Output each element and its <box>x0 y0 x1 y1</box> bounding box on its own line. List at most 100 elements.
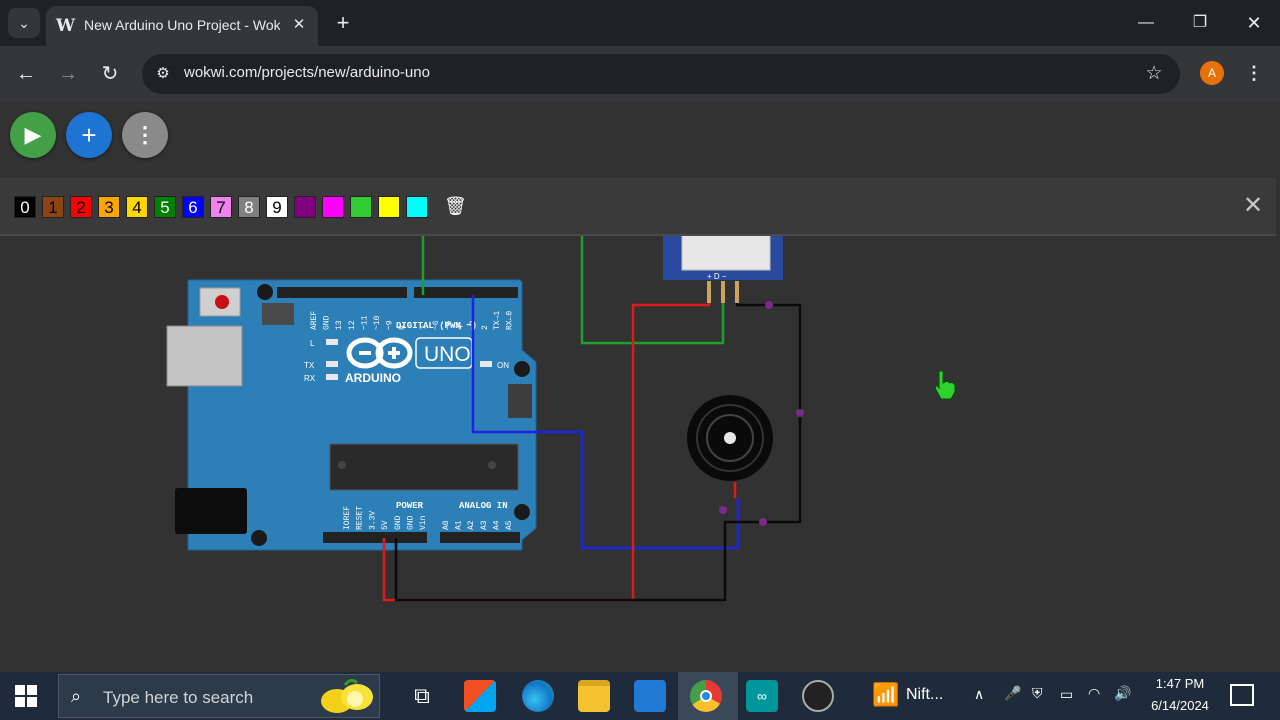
pin-label: RX←0 <box>505 311 514 330</box>
reload-icon[interactable]: ↻ <box>94 58 126 90</box>
browser-tab[interactable]: W New Arduino Uno Project - Wokwi ✕ <box>46 6 318 46</box>
buzzer[interactable] <box>687 395 773 481</box>
wire-color-swatch[interactable] <box>378 196 400 218</box>
wire-color-swatch[interactable] <box>322 196 344 218</box>
wire-color-swatch[interactable]: 7 <box>210 196 232 218</box>
nifty-label[interactable]: Nift... <box>906 686 943 704</box>
pir-pin-labels: + D − <box>707 272 727 281</box>
close-toolbar-icon[interactable]: ✕ <box>1240 193 1266 219</box>
wire-color-swatch[interactable] <box>406 196 428 218</box>
wire-color-swatch[interactable]: 6 <box>182 196 204 218</box>
pin-label: TX→1 <box>493 311 502 330</box>
tab-title: New Arduino Uno Project - Wokwi <box>84 17 280 33</box>
mail-icon[interactable] <box>634 680 666 712</box>
nifty-chart-icon[interactable]: 📶 <box>872 682 900 710</box>
add-part-button[interactable]: + <box>66 112 112 158</box>
wire-color-swatch[interactable]: 3 <box>98 196 120 218</box>
task-view-icon[interactable]: ⧉ <box>406 680 438 712</box>
profile-avatar[interactable]: A <box>1200 61 1224 85</box>
windows-taskbar: ⌕ Type here to search ⧉ ∞ 📶 Nift... ∧ 🎤 … <box>0 672 1280 720</box>
more-options-button[interactable]: ⋮ <box>122 112 168 158</box>
pin-label: A5 <box>505 520 514 530</box>
tab-search-chevron-icon[interactable]: ⌄ <box>8 8 40 38</box>
forward-arrow-icon[interactable]: → <box>52 58 84 90</box>
pin-label: ~5 <box>444 320 453 330</box>
microphone-icon[interactable]: 🎤 <box>1004 685 1021 702</box>
pir-motion-sensor[interactable]: + D − <box>663 231 783 303</box>
address-bar[interactable]: ⚙ wokwi.com/projects/new/arduino-uno ☆ <box>142 54 1180 94</box>
file-explorer-icon[interactable] <box>578 680 610 712</box>
wire-color-swatch[interactable] <box>294 196 316 218</box>
back-arrow-icon[interactable]: ← <box>10 58 42 90</box>
reset-button[interactable] <box>215 295 229 309</box>
pin-label: ~10 <box>373 315 382 330</box>
windows-start-icon[interactable] <box>14 684 38 708</box>
pin-label: A1 <box>455 520 464 530</box>
lemon-decoration-icon <box>321 678 373 713</box>
wire-color-swatch[interactable]: 5 <box>154 196 176 218</box>
browser-toolbar: ← → ↻ ⚙ wokwi.com/projects/new/arduino-u… <box>0 46 1280 102</box>
wokwi-favicon-icon: W <box>56 16 76 36</box>
security-icon[interactable]: ⛨ <box>1032 685 1043 702</box>
wire-color-swatch[interactable]: 1 <box>42 196 64 218</box>
wifi-icon[interactable]: ◠ <box>1088 685 1100 702</box>
led-rx-label: RX <box>304 374 316 383</box>
volume-icon[interactable]: 🔊 <box>1114 685 1131 702</box>
pin-label: 12 <box>348 320 357 330</box>
hand-cursor-icon <box>934 370 956 400</box>
pin-label: 2 <box>481 325 490 330</box>
pin-label: ~6 <box>432 320 441 330</box>
pin-label: Vin <box>419 515 428 530</box>
chrome-icon[interactable] <box>690 680 722 712</box>
led-tx-label: TX <box>304 361 315 370</box>
arduino-uno-board[interactable]: ARDUINO UNO DIGITAL (PWM ~) POWER ANALOG… <box>166 279 537 551</box>
board-logo-text: ARDUINO <box>345 371 401 385</box>
pin-label: 13 <box>335 320 344 330</box>
pin-label: 5V <box>381 520 390 530</box>
edge-browser-icon[interactable] <box>522 680 554 712</box>
bookmark-star-icon[interactable]: ☆ <box>1142 62 1166 86</box>
on-label: ON <box>497 361 509 370</box>
arduino-ide-icon[interactable]: ∞ <box>746 680 778 712</box>
wire-color-swatch[interactable]: 0 <box>14 196 36 218</box>
search-placeholder: Type here to search <box>103 688 254 707</box>
chrome-menu-icon[interactable]: ⋮ <box>1242 60 1266 86</box>
taskbar-search-box[interactable]: ⌕ Type here to search <box>58 674 380 718</box>
usb-port <box>166 325 243 387</box>
clock-time[interactable]: 1:47 PM <box>1140 676 1220 691</box>
restore-icon[interactable]: ❐ <box>1182 8 1218 38</box>
wire-color-swatch[interactable]: 8 <box>238 196 260 218</box>
wire-color-swatch[interactable] <box>350 196 372 218</box>
delete-trash-icon[interactable]: 🗑 <box>444 194 467 218</box>
pin-label: A0 <box>442 520 451 530</box>
pin-label: IOREF <box>343 506 352 530</box>
pin-label: A2 <box>467 520 476 530</box>
pin-label: 4 <box>457 325 466 330</box>
tray-chevron-icon[interactable]: ∧ <box>974 686 984 703</box>
analog-label: ANALOG IN <box>459 501 508 511</box>
pin-label: GND <box>407 515 416 530</box>
minimize-icon[interactable]: — <box>1128 8 1164 38</box>
battery-icon[interactable]: ▭ <box>1060 686 1073 703</box>
wire-color-toolbar: 0123456789 🗑 ✕ <box>0 178 1276 236</box>
url-text[interactable]: wokwi.com/projects/new/arduino-uno <box>184 64 430 84</box>
pin-label: 8 <box>398 325 407 330</box>
pin-label: RESET <box>356 506 365 530</box>
led-l-label: L <box>310 339 315 348</box>
wire-color-swatch[interactable]: 9 <box>266 196 288 218</box>
search-icon: ⌕ <box>71 686 82 706</box>
wire-color-swatch[interactable]: 2 <box>70 196 92 218</box>
pin-label: A4 <box>492 520 501 530</box>
notification-icon[interactable] <box>1230 684 1254 706</box>
start-simulation-button[interactable]: ▶ <box>10 112 56 158</box>
microsoft-store-icon[interactable] <box>464 680 496 712</box>
pin-label: AREF <box>310 311 319 330</box>
wire-color-swatch[interactable]: 4 <box>126 196 148 218</box>
clock-date[interactable]: 6/14/2024 <box>1140 698 1220 713</box>
window-close-icon[interactable]: ✕ <box>1236 8 1272 38</box>
power-label: POWER <box>396 501 424 511</box>
site-info-icon[interactable]: ⚙ <box>152 63 174 85</box>
tab-close-icon[interactable]: ✕ <box>288 14 310 36</box>
obs-icon[interactable] <box>802 680 834 712</box>
new-tab-button[interactable]: + <box>330 10 356 36</box>
